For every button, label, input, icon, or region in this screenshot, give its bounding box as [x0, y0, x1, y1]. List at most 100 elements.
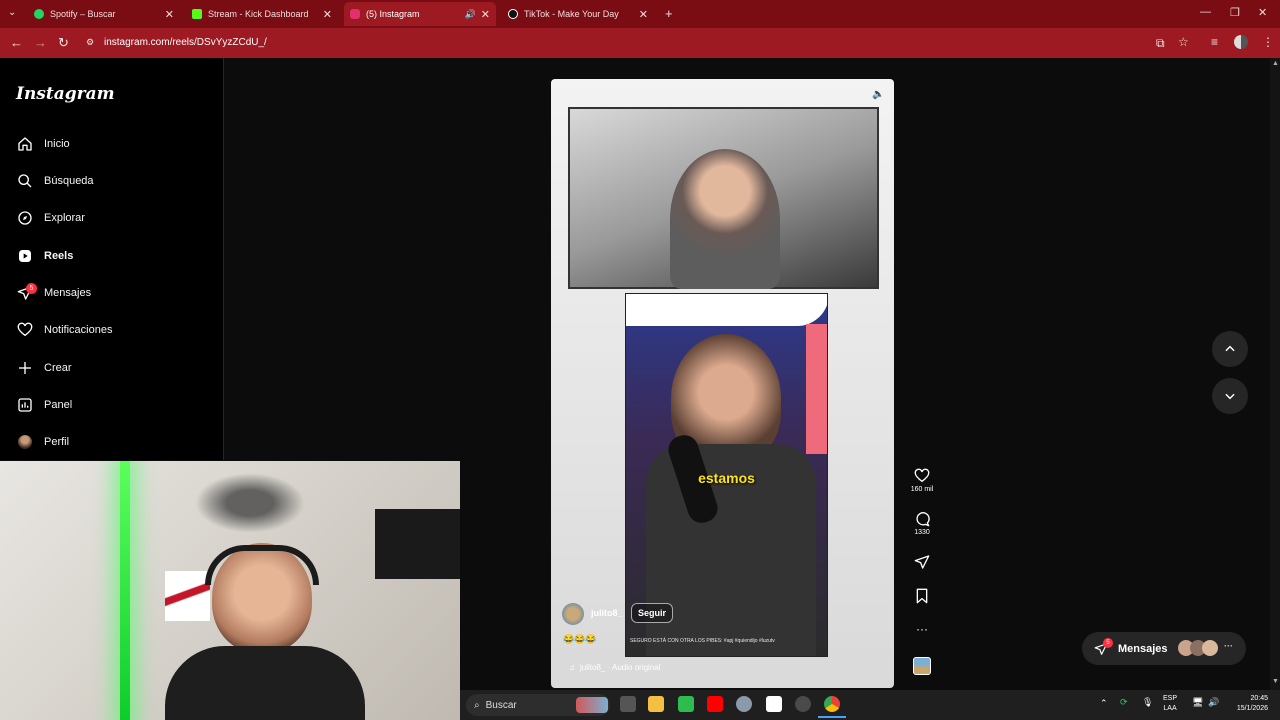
scroll-down-arrow[interactable]: ▼	[1272, 678, 1279, 685]
reels-icon	[16, 247, 34, 265]
heart-icon	[914, 468, 930, 483]
close-icon[interactable]: ✕	[639, 8, 648, 21]
follow-button[interactable]: Seguir	[631, 603, 674, 623]
scroll-up-arrow[interactable]: ▲	[1272, 60, 1279, 67]
chevron-down-icon	[1225, 393, 1235, 400]
reload-icon[interactable]: ↻	[58, 35, 69, 51]
taskbar-search[interactable]: ⌕ Buscar	[466, 694, 610, 716]
tab-kick[interactable]: Stream - Kick Dashboard ✕	[186, 2, 338, 26]
comment-icon	[916, 512, 930, 527]
music-note-icon: ♫	[569, 663, 575, 672]
minimize-icon[interactable]: —	[1200, 6, 1211, 18]
spotify-icon	[34, 9, 44, 19]
capcut-icon[interactable]	[766, 696, 782, 712]
sidebar-item-notificaciones[interactable]: Notificaciones	[16, 320, 112, 340]
language-line: LAA	[1163, 705, 1177, 712]
reel-audio[interactable]: julito8_ · Audio original	[580, 663, 661, 672]
tray-app-icon[interactable]: ⟳	[1120, 697, 1128, 708]
send-icon	[914, 555, 930, 569]
close-icon[interactable]: ✕	[165, 8, 174, 21]
obs-icon[interactable]	[795, 696, 811, 712]
active-app-indicator	[818, 716, 846, 718]
url-field[interactable]: instagram.com/reels/DSvYyzZCdU_/	[104, 37, 267, 48]
tv-screen	[375, 509, 460, 579]
clock[interactable]: 20:45 15/1/2026	[1226, 694, 1268, 714]
sidebar-item-label: Explorar	[44, 212, 85, 224]
task-view-icon[interactable]	[620, 696, 636, 712]
reel-author-username[interactable]: julito8_	[591, 608, 623, 618]
like-button[interactable]: 160 mil	[904, 468, 940, 493]
restore-icon[interactable]: ❐	[1230, 6, 1240, 19]
settings-icon[interactable]	[736, 696, 752, 712]
volume-icon[interactable]: 🔊	[1208, 697, 1219, 708]
comment-count: 1330	[914, 529, 930, 536]
more-options-icon[interactable]: ···	[904, 622, 940, 636]
menu-icon[interactable]: ⋮	[1262, 35, 1274, 49]
kick-icon	[192, 9, 202, 19]
tab-spotify[interactable]: Spotify – Buscar ✕	[28, 2, 180, 26]
tab-tiktok[interactable]: TikTok - Make Your Day ✕	[502, 2, 654, 26]
chrome-icon[interactable]	[824, 696, 840, 712]
reel-author-avatar[interactable]	[562, 603, 584, 625]
sidebar-item-busqueda[interactable]: Búsqueda	[16, 171, 94, 191]
forward-icon[interactable]: →	[34, 35, 47, 50]
sidebar-item-crear[interactable]: Crear	[16, 358, 72, 378]
network-icon[interactable]: 🖥	[1192, 697, 1203, 708]
tab-title: Spotify – Buscar	[50, 9, 116, 19]
media-control-icon[interactable]: ≡	[1211, 35, 1218, 49]
share-button[interactable]	[904, 554, 940, 570]
more-icon: ···	[1224, 641, 1233, 651]
speaker-icon[interactable]: 🔊	[465, 9, 476, 20]
scrollbar[interactable]	[1270, 58, 1280, 690]
studio-panel	[806, 324, 827, 454]
sidebar-item-label: Perfil	[44, 436, 70, 448]
tab-title: Stream - Kick Dashboard	[208, 9, 309, 19]
audio-thumbnail[interactable]	[913, 657, 931, 675]
microphone-icon[interactable]: 🎙	[1142, 697, 1153, 708]
tab-title: (5) Instagram	[366, 9, 420, 19]
comment-button[interactable]: 1330	[904, 511, 940, 536]
site-info-icon[interactable]: ⚙	[86, 37, 94, 48]
bookmark-icon	[916, 588, 928, 604]
volume-icon[interactable]: 🔈	[872, 89, 884, 100]
close-icon[interactable]: ✕	[481, 8, 490, 21]
sidebar-item-label: Notificaciones	[44, 324, 113, 336]
close-window-icon[interactable]: ✕	[1258, 6, 1267, 19]
sidebar-item-reels[interactable]: Reels	[16, 246, 73, 266]
reel-caption-word: estamos	[698, 470, 755, 486]
sidebar-item-label: Inicio	[44, 138, 70, 150]
reel-description[interactable]: SEGURO ESTÁ CON OTRA LOS PIBES: #apj #qu…	[630, 638, 775, 644]
youtube-icon[interactable]	[707, 696, 723, 712]
language-indicator[interactable]: ESP LAA	[1163, 694, 1177, 714]
next-reel-button[interactable]	[1212, 378, 1248, 414]
new-tab-button[interactable]: +	[665, 6, 673, 21]
close-icon[interactable]: ✕	[323, 8, 332, 21]
messages-pill[interactable]: Mensajes ···	[1082, 632, 1246, 665]
compass-icon	[16, 209, 34, 227]
sidebar-item-perfil[interactable]: Perfil	[16, 432, 69, 452]
store-icon[interactable]	[678, 696, 694, 712]
tab-list-icon[interactable]: ⌄	[8, 7, 16, 18]
save-button[interactable]	[904, 588, 940, 604]
sidebar-item-explorar[interactable]: Explorar	[16, 208, 85, 228]
sidebar-item-label: Mensajes	[44, 287, 92, 299]
webcam-overlay	[0, 461, 460, 720]
tab-instagram[interactable]: (5) Instagram 🔊 ✕	[344, 2, 496, 26]
previous-reel-button[interactable]	[1212, 331, 1248, 367]
sidebar-item-inicio[interactable]: Inicio	[16, 134, 70, 154]
streamer-shirt	[165, 646, 365, 720]
instagram-logo[interactable]: Instagram	[16, 84, 115, 104]
clock-date: 15/1/2026	[1236, 705, 1268, 712]
cast-icon[interactable]: ⧉	[1156, 36, 1165, 51]
sidebar-item-label: Reels	[44, 250, 74, 262]
language-line: ESP	[1163, 695, 1178, 702]
file-explorer-icon[interactable]	[648, 696, 664, 712]
back-icon[interactable]: ←	[10, 35, 23, 50]
bookmark-star-icon[interactable]: ☆	[1178, 35, 1189, 49]
profile-avatar[interactable]	[1234, 35, 1248, 49]
tray-overflow-icon[interactable]: ⌃	[1100, 698, 1108, 709]
sidebar-item-panel[interactable]: Panel	[16, 395, 72, 415]
plus-icon	[16, 359, 34, 377]
like-count: 160 mil	[910, 486, 934, 493]
avatar	[16, 433, 34, 451]
